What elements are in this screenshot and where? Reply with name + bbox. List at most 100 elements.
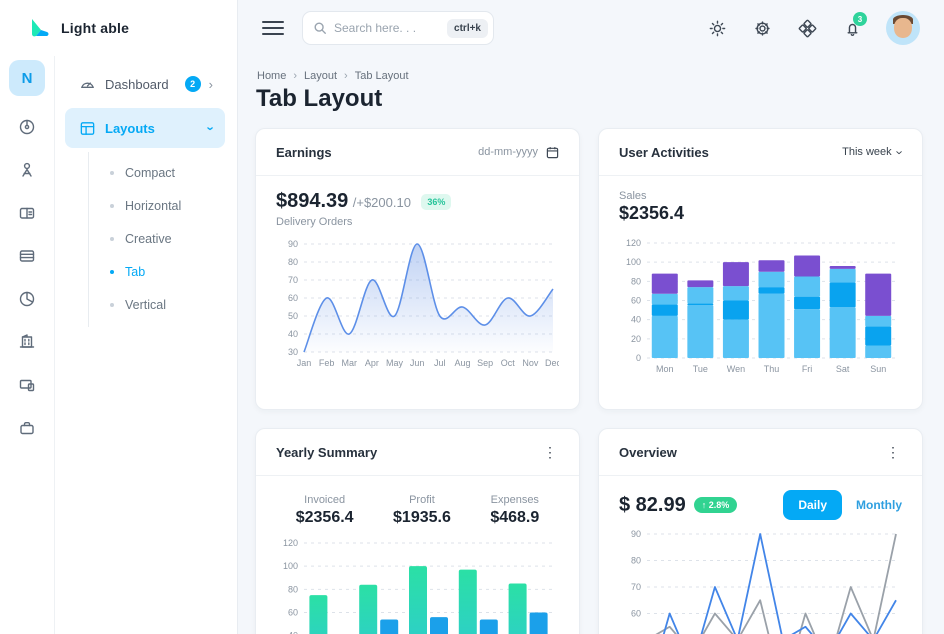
svg-text:90: 90 [631,529,641,539]
yearly-summary-bar-chart: 020406080100120 [276,537,559,634]
bullet-icon [110,171,114,175]
brand-logo[interactable]: Light able [0,0,237,56]
user-avatar[interactable] [886,11,920,45]
search-icon [313,21,327,35]
stat-label: Invoiced [296,494,354,506]
svg-text:60: 60 [631,609,641,619]
svg-text:60: 60 [288,293,298,303]
week-range-select[interactable]: This week › [842,146,902,159]
app-root: Light able N [0,0,944,634]
svg-text:60: 60 [631,296,641,306]
svg-text:Sat: Sat [836,364,850,374]
stat-expenses: Expenses $468.9 [490,494,539,527]
svg-text:Jan: Jan [297,358,312,368]
daily-button[interactable]: Daily [783,490,842,520]
sidebar-item-label: Dashboard [105,77,185,92]
sun-icon[interactable] [706,17,728,39]
svg-text:90: 90 [288,239,298,249]
stat-value: $468.9 [490,509,539,527]
svg-text:100: 100 [283,561,298,571]
submenu-item-vertical[interactable]: Vertical [89,288,237,321]
svg-text:100: 100 [626,257,641,267]
avatar-graphic [894,18,912,38]
sidebar-item-label: Layouts [105,121,209,136]
svg-text:Sep: Sep [477,358,493,368]
icon-rail: N [0,56,55,634]
breadcrumb: Home › Layout › Tab Layout [257,70,920,82]
svg-text:Dec: Dec [545,358,559,368]
svg-text:Sun: Sun [870,364,886,374]
chevron-down-icon: › [893,150,906,154]
card-title: Overview [619,445,677,460]
sidebar: Light able N [0,0,238,634]
bullet-icon [110,270,114,274]
svg-text:120: 120 [283,538,298,548]
sidebar-item-layouts[interactable]: Layouts › [65,108,225,148]
menu-toggle-icon[interactable] [262,17,284,39]
svg-text:20: 20 [631,334,641,344]
yearly-summary-card: Yearly Summary ⋮ Invoiced $2356.4 Profit… [255,428,580,634]
pie-chart-icon[interactable] [14,286,40,312]
top-navbar: ctrl+k 3 [238,0,944,56]
chevron-down-icon: › [204,126,217,130]
search-input[interactable] [334,21,440,35]
sidebar-menu: Dashboard 2 › Layouts › Compact [55,56,237,634]
svg-text:Feb: Feb [319,358,335,368]
overview-value-row: $ 82.99 ↑ 2.8% Daily Monthly [619,490,902,520]
cards-grid: Earnings dd-mm-yyyy $894.39 /+$200.10 36… [255,128,920,634]
yearly-summary-card-body: Invoiced $2356.4 Profit $1935.6 Expenses… [256,476,579,634]
widgets-icon[interactable] [796,17,818,39]
submenu-item-label: Horizontal [125,199,181,213]
brand-logo-icon [28,16,52,40]
svg-text:Aug: Aug [454,358,470,368]
submenu-item-horizontal[interactable]: Horizontal [89,189,237,222]
submenu-item-tab[interactable]: Tab [89,255,237,288]
bullet-icon [110,237,114,241]
devices-icon[interactable] [14,372,40,398]
svg-text:50: 50 [288,311,298,321]
submenu-item-compact[interactable]: Compact [89,156,237,189]
submenu-item-creative[interactable]: Creative [89,222,237,255]
disc-icon[interactable] [14,114,40,140]
rail-active-tile[interactable]: N [9,60,45,96]
page-title: Tab Layout [256,85,920,113]
monthly-button[interactable]: Monthly [856,498,902,512]
breadcrumb-home[interactable]: Home [257,70,286,82]
svg-text:Tue: Tue [693,364,708,374]
submenu-item-label: Vertical [125,298,166,312]
sidebar-item-dashboard[interactable]: Dashboard 2 › [65,64,225,104]
kebab-menu-icon[interactable]: ⋮ [541,444,559,461]
svg-text:Fri: Fri [802,364,813,374]
table-rows-icon[interactable] [14,243,40,269]
yearly-stats-row: Invoiced $2356.4 Profit $1935.6 Expenses… [276,490,559,527]
breadcrumb-separator: › [293,70,297,82]
search-box[interactable]: ctrl+k [302,11,494,45]
briefcase-icon[interactable] [14,415,40,441]
user-activities-card: User Activities This week › Sales $2356.… [598,128,923,410]
overview-card-body: $ 82.99 ↑ 2.8% Daily Monthly 30405060708… [599,476,922,634]
svg-text:60: 60 [288,608,298,618]
earnings-area-chart: 30405060708090JanFebMarAprMayJunJulAugSe… [276,238,559,372]
building-icon[interactable] [14,329,40,355]
dashboard-badge: 2 [185,76,201,92]
svg-text:Apr: Apr [365,358,379,368]
svg-text:0: 0 [636,353,641,363]
id-card-icon[interactable] [14,200,40,226]
breadcrumb-current: Tab Layout [355,70,409,82]
sales-label: Sales [619,190,902,202]
svg-text:40: 40 [288,329,298,339]
period-toggle: Daily Monthly [783,490,902,520]
stat-invoiced: Invoiced $2356.4 [296,494,354,527]
svg-text:Mar: Mar [342,358,358,368]
gear-icon[interactable] [751,17,773,39]
submenu-item-label: Tab [125,265,145,279]
date-input[interactable]: dd-mm-yyyy [478,146,559,159]
user-icon[interactable] [14,157,40,183]
overview-amount: $ 82.99 [619,494,686,517]
bell-icon[interactable]: 3 [841,17,863,39]
user-activities-card-header: User Activities This week › [599,129,922,176]
breadcrumb-layout[interactable]: Layout [304,70,337,82]
earnings-amount: $894.39 [276,190,348,212]
svg-text:May: May [386,358,404,368]
kebab-menu-icon[interactable]: ⋮ [884,444,902,461]
